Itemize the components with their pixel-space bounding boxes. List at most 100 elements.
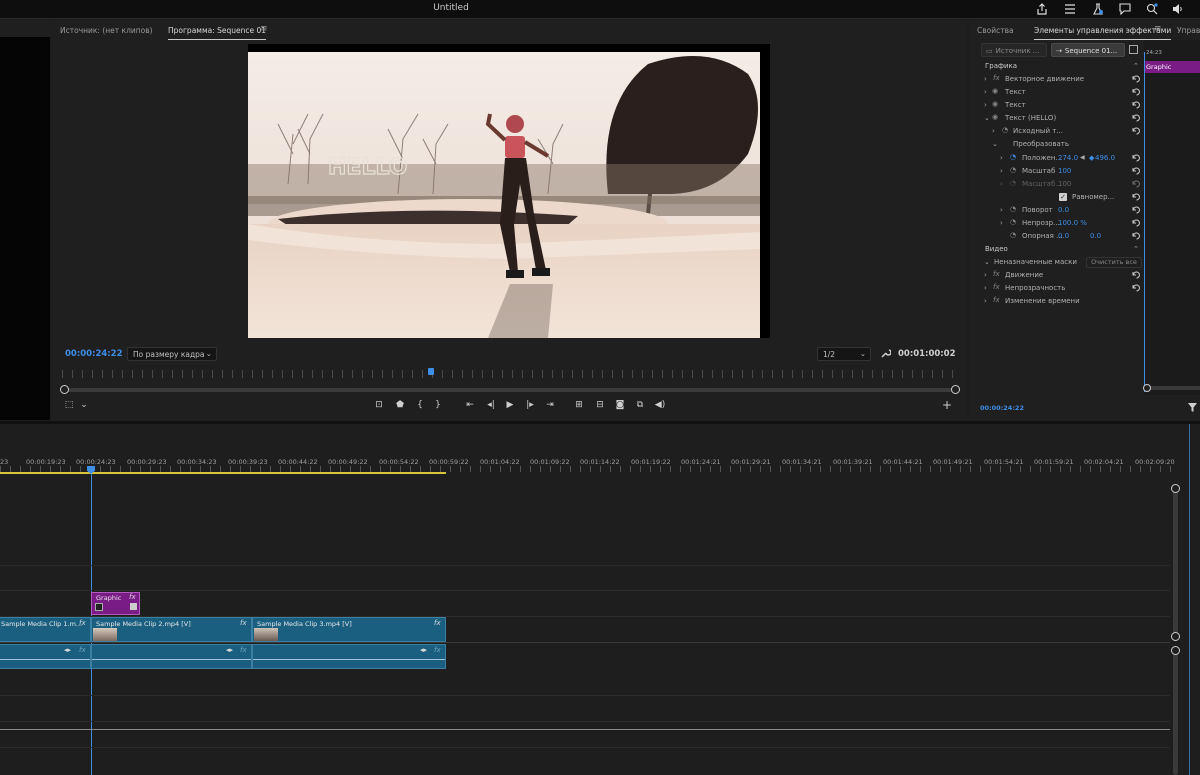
chevron-down-icon[interactable]: ⌄ <box>984 258 990 266</box>
step-back-icon[interactable]: ◂| <box>485 398 497 412</box>
effect-row-vector-motion[interactable]: › fx Векторное движение <box>981 73 1143 86</box>
reset-icon[interactable] <box>1132 100 1141 109</box>
fx-badge-icon[interactable]: fx <box>434 619 441 627</box>
hello-text-overlay[interactable]: HELLO <box>327 154 408 180</box>
workspaces-icon[interactable] <box>1064 3 1076 15</box>
effect-row-text-hello[interactable]: ⌄ ◉ Текст (HELLO) <box>981 112 1143 125</box>
reset-icon[interactable] <box>1132 231 1141 240</box>
share-icon[interactable] <box>1036 3 1048 15</box>
effect-row-motion[interactable]: › fx Движение <box>981 269 1143 282</box>
step-forward-icon[interactable]: |▸ <box>524 398 536 412</box>
ec-graphic-clip[interactable]: Graphic <box>1144 61 1200 73</box>
masks-row[interactable]: ⌄ Неназначенные маски Очистить все <box>981 256 1143 269</box>
go-to-in-icon[interactable]: ⇤ <box>464 398 476 412</box>
stopwatch-icon[interactable]: ◔ <box>1010 153 1016 161</box>
panel-view-icon[interactable] <box>1129 45 1138 54</box>
reset-icon[interactable] <box>1132 153 1141 162</box>
reset-icon[interactable] <box>1132 166 1141 175</box>
comments-icon[interactable] <box>1119 3 1131 15</box>
mark-out-icon[interactable]: } <box>432 398 444 412</box>
tab-properties[interactable]: Свойства <box>977 26 1014 35</box>
chevron-right-icon[interactable]: › <box>1000 206 1003 214</box>
chevron-up-icon[interactable]: ⌃ <box>1133 245 1139 253</box>
chevron-down-icon[interactable]: ⌄ <box>992 140 998 148</box>
stopwatch-icon[interactable]: ◔ <box>1010 205 1016 213</box>
marker-icon[interactable]: ⬟ <box>394 398 406 412</box>
reset-icon[interactable] <box>1132 283 1141 292</box>
hamburger-icon[interactable]: ≡ <box>1154 24 1162 34</box>
monitor-zoom-scrollbar[interactable] <box>62 388 957 392</box>
comparison-view-icon[interactable]: ⧉ <box>634 398 646 412</box>
effect-row-opacity[interactable]: › fx Непрозрачность <box>981 282 1143 295</box>
fx-badge-icon[interactable]: fx <box>993 270 1000 278</box>
anchor-x-value[interactable]: 0.0 <box>1058 232 1069 240</box>
video-clip-2[interactable]: Sample Media Clip 2.mp4 [V] fx <box>91 617 252 642</box>
fx-badge-icon[interactable]: fx <box>79 646 86 654</box>
chevron-right-icon[interactable]: › <box>1000 154 1003 162</box>
go-to-out-icon[interactable]: ⇥ <box>544 398 556 412</box>
scroll-handle-bottom[interactable] <box>1171 632 1180 641</box>
audio-link-icon[interactable]: ◂▸ <box>226 646 233 654</box>
volume-icon[interactable] <box>1172 3 1184 15</box>
chevron-right-icon[interactable]: › <box>984 297 987 305</box>
wrench-settings-icon[interactable] <box>880 348 891 359</box>
fx-badge-icon[interactable]: fx <box>240 619 247 627</box>
monitor-time-ruler[interactable] <box>62 370 957 378</box>
effect-row-time-remapping[interactable]: › fx Изменение времени <box>981 295 1143 308</box>
property-rotation[interactable]: › ◔ Поворот 0.0 <box>981 204 1143 217</box>
ec-scroll-handle[interactable] <box>1143 384 1151 392</box>
reset-icon[interactable] <box>1132 270 1141 279</box>
resolution-select[interactable]: 1/2 ⌄ <box>817 347 871 361</box>
overwrite-icon[interactable]: ⊟ <box>594 398 606 412</box>
audio-volume-line[interactable] <box>253 659 445 660</box>
monitor-playhead[interactable] <box>428 368 434 375</box>
zoom-handle-left[interactable] <box>60 385 69 394</box>
tab-program-monitor[interactable]: Программа: Sequence 01 <box>168 26 267 40</box>
audio-link-icon[interactable]: ◂▸ <box>420 646 427 654</box>
keyframe-icon[interactable]: ◆ <box>1089 154 1094 162</box>
fx-badge-icon[interactable]: fx <box>434 646 441 654</box>
ec-sequence-tab[interactable]: ⇢ Sequence 01... <box>1051 43 1125 57</box>
position-x-value[interactable]: 274.0 <box>1058 154 1078 162</box>
lift-icon[interactable]: ⊡ <box>373 398 385 412</box>
volume-icon[interactable]: ◀) <box>654 398 666 412</box>
insert-icon[interactable]: ⊞ <box>573 398 585 412</box>
reset-icon[interactable] <box>1132 87 1141 96</box>
chevron-down-icon[interactable]: ⌄ <box>984 114 990 122</box>
eye-icon[interactable]: ◉ <box>992 113 998 121</box>
position-y-value[interactable]: 496.0 <box>1095 154 1115 162</box>
chevron-right-icon[interactable]: › <box>992 127 995 135</box>
chevron-right-icon[interactable]: › <box>984 284 987 292</box>
ec-playhead[interactable] <box>1144 52 1145 392</box>
tab-more[interactable]: Управ <box>1177 26 1200 35</box>
zoom-handle-right[interactable] <box>951 385 960 394</box>
rotation-value[interactable]: 0.0 <box>1058 206 1069 214</box>
chevron-right-icon[interactable]: › <box>984 101 987 109</box>
audio-tracks-scrollbar[interactable] <box>1173 650 1178 775</box>
fx-badge-icon[interactable]: fx <box>240 646 247 654</box>
property-opacity[interactable]: › ◔ Непрозр... 100.0 % <box>981 217 1143 230</box>
clear-all-button[interactable]: Очистить все <box>1086 257 1142 268</box>
work-area-bar[interactable] <box>0 472 446 474</box>
ec-scrollbar[interactable] <box>1146 386 1200 390</box>
opacity-value[interactable]: 100.0 % <box>1058 219 1087 227</box>
tab-effect-controls[interactable]: Элементы управления эффектами <box>1034 26 1172 40</box>
mark-in-icon[interactable]: { <box>414 398 426 412</box>
add-button-icon[interactable]: + <box>941 398 953 412</box>
safe-margins-icon[interactable]: ⬚ <box>63 398 75 412</box>
hamburger-icon[interactable]: ≡ <box>260 24 268 34</box>
play-icon[interactable]: ▶ <box>504 398 516 412</box>
scroll-handle-top[interactable] <box>1171 646 1180 655</box>
beta-flask-icon[interactable] <box>1092 3 1104 15</box>
audio-volume-line[interactable] <box>0 659 90 660</box>
chevron-right-icon[interactable]: › <box>1000 167 1003 175</box>
fx-badge-icon[interactable]: fx <box>993 74 1000 82</box>
video-tracks-scrollbar[interactable] <box>1173 486 1178 637</box>
graphic-clip[interactable]: Graphic fx <box>91 592 140 615</box>
chevron-right-icon[interactable]: › <box>984 88 987 96</box>
fx-badge-icon[interactable]: fx <box>993 296 1000 304</box>
effect-row-text-1[interactable]: › ◉ Текст <box>981 86 1143 99</box>
property-anchor[interactable]: ◔ Опорная ... 0.0 0.0 <box>981 230 1143 243</box>
audio-clip-1[interactable]: ◂▸ fx <box>0 644 91 669</box>
ec-mini-timeline[interactable] <box>1144 40 1200 395</box>
